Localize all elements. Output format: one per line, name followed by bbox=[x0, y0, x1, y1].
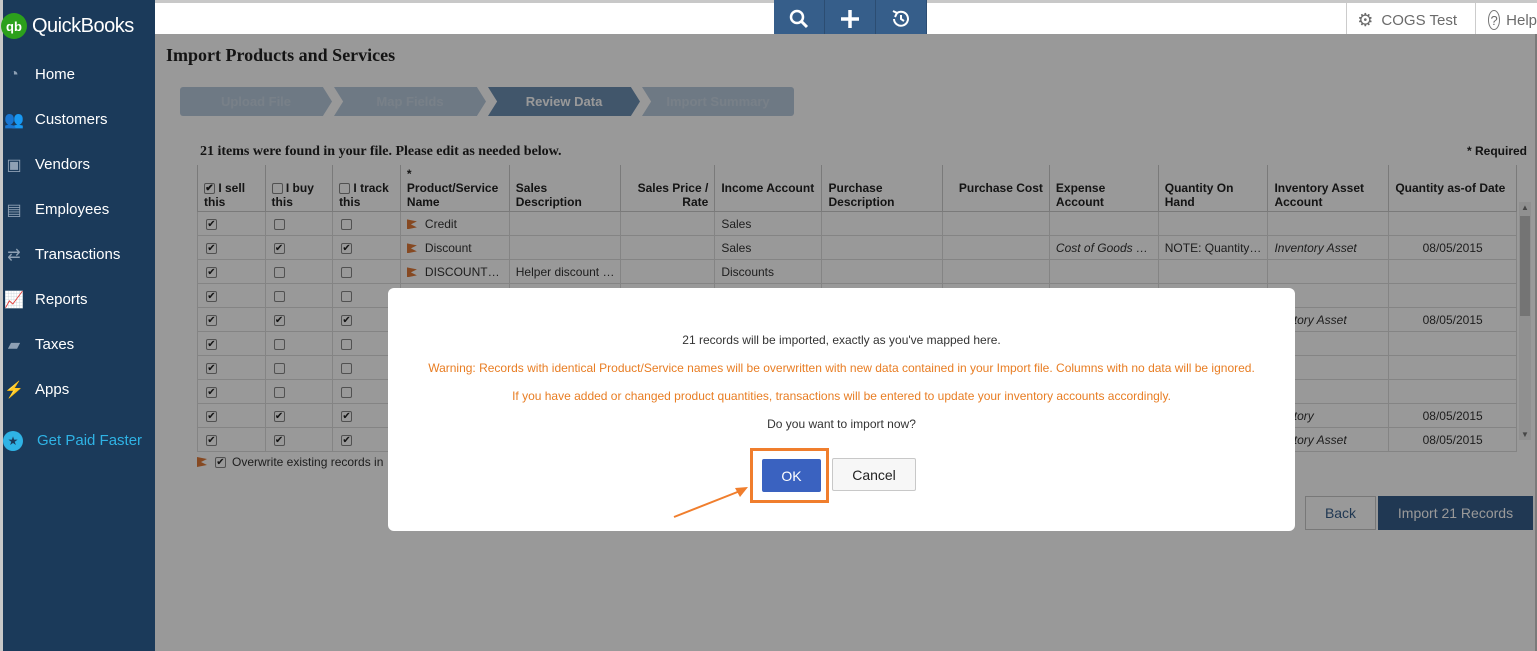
customers-icon: 👥 bbox=[4, 111, 24, 129]
sidebar-item-label: Vendors bbox=[35, 156, 91, 173]
sidebar-item-transactions[interactable]: ⇄ Transactions bbox=[3, 232, 155, 277]
sidebar-item-label: Get Paid Faster bbox=[37, 432, 143, 449]
history-icon bbox=[892, 9, 909, 27]
employees-icon: ▤ bbox=[6, 201, 22, 219]
cancel-button[interactable]: Cancel bbox=[832, 458, 916, 491]
apps-icon: ⚡ bbox=[4, 381, 24, 399]
sidebar-item-label: Home bbox=[35, 66, 76, 83]
quick-actions bbox=[774, 0, 927, 37]
help-button[interactable]: ? Help bbox=[1475, 3, 1537, 37]
import-confirmation-dialog: 21 records will be imported, exactly as … bbox=[388, 288, 1295, 531]
top-bar: ⚙ COGS Test ? Help bbox=[155, 0, 1537, 37]
dialog-question: Do you want to import now? bbox=[767, 417, 916, 431]
dialog-records-message: 21 records will be imported, exactly as … bbox=[682, 333, 1001, 347]
sidebar-item-customers[interactable]: 👥 Customers bbox=[3, 97, 155, 142]
search-icon bbox=[789, 9, 809, 28]
ok-highlight-box: OK bbox=[750, 448, 829, 503]
search-button[interactable] bbox=[774, 0, 825, 37]
logo-text: QuickBooks bbox=[32, 14, 134, 37]
sidebar-item-reports[interactable]: 📈 Reports bbox=[3, 277, 155, 322]
sidebar-item-get-paid-faster[interactable]: ★ Get Paid Faster bbox=[3, 418, 155, 463]
ok-button[interactable]: OK bbox=[762, 459, 821, 492]
sidebar-item-apps[interactable]: ⚡ Apps bbox=[3, 367, 155, 412]
sidebar-item-label: Reports bbox=[35, 291, 88, 308]
logo-mark-icon: qb bbox=[1, 13, 27, 39]
sidebar-item-label: Taxes bbox=[35, 336, 75, 353]
help-icon: ? bbox=[1488, 10, 1501, 30]
dialog-overwrite-warning: Warning: Records with identical Product/… bbox=[428, 361, 1255, 375]
sidebar-item-employees[interactable]: ▤ Employees bbox=[3, 187, 155, 232]
recent-transactions-button[interactable] bbox=[876, 0, 927, 37]
sidebar-item-label: Employees bbox=[35, 201, 110, 218]
sidebar-item-home[interactable]: ◔ Home bbox=[3, 52, 155, 97]
dialog-inventory-warning: If you have added or changed product qua… bbox=[512, 389, 1171, 403]
vendors-icon: ▣ bbox=[6, 156, 22, 174]
company-name: COGS Test bbox=[1381, 11, 1457, 29]
dashboard-icon: ◔ bbox=[9, 65, 19, 83]
help-label: Help bbox=[1506, 11, 1537, 29]
star-icon: ★ bbox=[3, 430, 23, 451]
plus-icon bbox=[841, 9, 859, 28]
sidebar: qb QuickBooks ◔ Home 👥 Customers ▣ Vendo… bbox=[0, 0, 155, 651]
company-settings-button[interactable]: ⚙ COGS Test bbox=[1346, 3, 1475, 37]
create-button[interactable] bbox=[825, 0, 876, 37]
sidebar-item-label: Transactions bbox=[35, 246, 121, 263]
gear-icon: ⚙ bbox=[1357, 9, 1374, 30]
quickbooks-logo[interactable]: qb QuickBooks bbox=[1, 0, 155, 52]
taxes-icon: ▰ bbox=[7, 336, 21, 354]
sidebar-item-taxes[interactable]: ▰ Taxes bbox=[3, 322, 155, 367]
transactions-icon: ⇄ bbox=[7, 246, 21, 264]
sidebar-item-label: Apps bbox=[35, 381, 70, 398]
sidebar-item-vendors[interactable]: ▣ Vendors bbox=[3, 142, 155, 187]
sidebar-item-label: Customers bbox=[35, 111, 108, 128]
annotation-arrow-icon bbox=[673, 487, 748, 518]
reports-icon: 📈 bbox=[4, 291, 24, 309]
